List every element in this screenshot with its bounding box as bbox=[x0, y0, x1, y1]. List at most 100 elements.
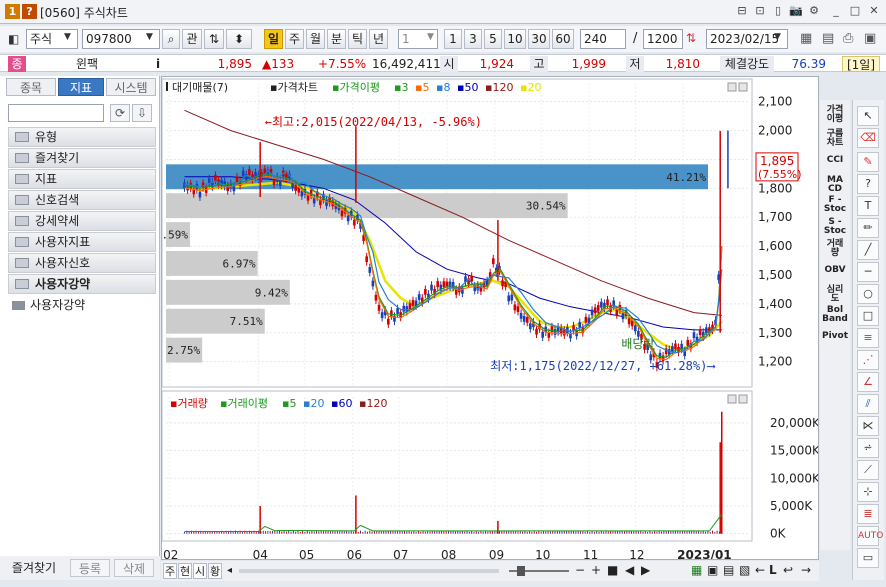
arrow-left-icon[interactable]: ← bbox=[755, 563, 765, 577]
fan-lines-icon[interactable]: ⋉ bbox=[857, 416, 879, 436]
folder-user-signals[interactable]: 사용자신호 bbox=[8, 253, 156, 273]
status-button-main[interactable]: 주 bbox=[163, 563, 177, 579]
shortcut-psychology[interactable]: 심리 도 bbox=[820, 286, 850, 304]
folder-indicators[interactable]: 지표 bbox=[8, 169, 156, 189]
tab-indicators[interactable]: 지표 bbox=[58, 78, 104, 96]
window-number-badge[interactable]: 1 bbox=[5, 4, 20, 19]
interval-1[interactable]: 1 bbox=[444, 29, 462, 49]
sync-icon[interactable]: ⇅ bbox=[204, 29, 224, 49]
layout-icon[interactable]: ⊡ bbox=[753, 4, 767, 18]
shortcut-volume[interactable]: 거래 량 bbox=[820, 240, 850, 258]
zoom-slider[interactable] bbox=[509, 566, 569, 576]
window-icon[interactable]: ▭ bbox=[857, 548, 879, 568]
save-icon[interactable]: ▣ bbox=[707, 563, 718, 577]
help-badge[interactable]: ? bbox=[22, 4, 37, 19]
angle-icon[interactable]: ∠ bbox=[857, 372, 879, 392]
tab-stocks[interactable]: 종목 bbox=[6, 78, 56, 96]
circle-icon[interactable]: ○ bbox=[857, 284, 879, 304]
gann-fan-icon[interactable]: ⋰ bbox=[857, 350, 879, 370]
period-badge[interactable]: [1일] bbox=[842, 56, 880, 72]
chevron-down-icon[interactable]: ▼ bbox=[774, 32, 781, 42]
options-icon[interactable]: ▣ bbox=[864, 31, 876, 46]
levels-icon[interactable]: ≣ bbox=[857, 504, 879, 524]
shortcut-macd[interactable]: MA CD bbox=[820, 176, 850, 194]
folder-strength-weakness[interactable]: 강세약세 bbox=[8, 211, 156, 231]
total-count-input[interactable]: 1200 bbox=[643, 29, 683, 49]
horizontal-line-icon[interactable]: ─ bbox=[857, 262, 879, 282]
interval-60[interactable]: 60 bbox=[552, 29, 574, 49]
chevron-down-icon[interactable]: ▼ bbox=[64, 32, 71, 42]
folder-signal-search[interactable]: 신호검색 bbox=[8, 190, 156, 210]
interval-5[interactable]: 5 bbox=[484, 29, 502, 49]
folder-type[interactable]: 유형 bbox=[8, 127, 156, 147]
pencil-icon[interactable]: ✏ bbox=[857, 218, 879, 238]
rectangle-icon[interactable]: □ bbox=[857, 306, 879, 326]
auto-trend-icon[interactable]: AUTO bbox=[857, 526, 883, 546]
print-icon[interactable]: ⎙ bbox=[843, 31, 853, 46]
indicator-search-input[interactable] bbox=[8, 104, 104, 122]
maximize-button[interactable]: □ bbox=[848, 4, 862, 18]
grid-icon[interactable]: ▤ bbox=[822, 31, 834, 46]
refresh-icon[interactable]: ⟳ bbox=[110, 104, 130, 122]
interval-30[interactable]: 30 bbox=[528, 29, 550, 49]
chevron-down-icon[interactable]: ▼ bbox=[427, 32, 434, 42]
shortcut-slow-stoch[interactable]: S - Stoc bbox=[820, 218, 850, 236]
channel-icon[interactable]: ⫽ bbox=[857, 394, 879, 414]
settings-icon[interactable]: ⚙ bbox=[807, 4, 821, 18]
period-year[interactable]: 년 bbox=[369, 29, 388, 49]
play-icon[interactable]: ▶ bbox=[641, 563, 650, 577]
interval-3[interactable]: 3 bbox=[464, 29, 482, 49]
zoom-in-icon[interactable]: + bbox=[591, 563, 601, 577]
screen-lock-icon[interactable]: ⊟ bbox=[735, 4, 749, 18]
period-week[interactable]: 주 bbox=[285, 29, 304, 49]
folder-user-strength[interactable]: 사용자강약 bbox=[8, 274, 156, 294]
delete-button[interactable]: 삭제 bbox=[114, 559, 154, 577]
zoom-out-icon[interactable]: − bbox=[575, 563, 585, 577]
status-button-market[interactable]: 시 bbox=[193, 563, 207, 579]
cursor-icon[interactable]: ↖ bbox=[857, 106, 879, 126]
chart-save-icon[interactable]: ▦ bbox=[800, 31, 812, 46]
register-button[interactable]: 등록 bbox=[70, 559, 110, 577]
horizontal-scrollbar[interactable] bbox=[239, 569, 499, 573]
apply-count-icon[interactable]: ⇅ bbox=[686, 31, 696, 45]
chevron-down-icon[interactable]: ▼ bbox=[146, 32, 153, 42]
period-tick[interactable]: 틱 bbox=[348, 29, 367, 49]
sub-item-user-strength[interactable]: 사용자강약 bbox=[10, 296, 85, 314]
minimize-button[interactable]: _ bbox=[829, 4, 843, 18]
period-minute[interactable]: 분 bbox=[327, 29, 346, 49]
watch-button[interactable]: 관 bbox=[182, 29, 202, 49]
search-icon[interactable]: ⌕ bbox=[162, 29, 180, 49]
zigzag-icon[interactable]: ⟋ bbox=[857, 460, 879, 480]
shortcut-bollinger[interactable]: Bol Band bbox=[820, 306, 850, 324]
folder-favorites[interactable]: 즐겨찾기 bbox=[8, 148, 156, 168]
period-day[interactable]: 일 bbox=[264, 29, 283, 49]
shortcut-price-chart[interactable]: 구름 차트 bbox=[820, 130, 850, 148]
chart-svg[interactable]: 2,1002,0001,9001,8001,7001,6001,5001,400… bbox=[162, 77, 818, 559]
status-button-status[interactable]: 황 bbox=[208, 563, 222, 579]
cross-icon[interactable]: ⊹ bbox=[857, 482, 879, 502]
export-icon[interactable]: ▧ bbox=[739, 563, 750, 577]
lock-scale-button[interactable]: L bbox=[769, 563, 777, 577]
shortcut-fast-stoch[interactable]: F - Stoc bbox=[820, 196, 850, 214]
bar-count-input[interactable]: 240 bbox=[580, 29, 626, 49]
shortcut-pivot[interactable]: Pivot bbox=[820, 332, 850, 341]
favorites-tab[interactable]: 즐겨찾기 bbox=[4, 559, 64, 577]
status-button-current[interactable]: 현 bbox=[178, 563, 192, 579]
help-icon[interactable]: ? bbox=[857, 174, 879, 194]
line-icon[interactable]: ╱ bbox=[857, 240, 879, 260]
text-icon[interactable]: T bbox=[857, 196, 879, 216]
interval-10[interactable]: 10 bbox=[504, 29, 526, 49]
play-back-icon[interactable]: ◀ bbox=[625, 563, 634, 577]
close-button[interactable]: ✕ bbox=[867, 4, 881, 18]
undo-icon[interactable]: ↩ bbox=[783, 563, 793, 577]
shortcut-cci[interactable]: CCI bbox=[820, 156, 850, 165]
arrow-right-icon[interactable]: → bbox=[801, 563, 811, 577]
image-icon[interactable]: ▤ bbox=[723, 563, 734, 577]
spin-updown-icon[interactable]: ⬍ bbox=[226, 29, 252, 49]
camera-icon[interactable]: 📷 bbox=[789, 4, 803, 18]
download-icon[interactable]: ⇩ bbox=[132, 104, 152, 122]
parallel-lines-icon[interactable]: ⩫ bbox=[857, 438, 879, 458]
scroll-left-icon[interactable]: ◂ bbox=[227, 565, 232, 576]
excel-icon[interactable]: ▦ bbox=[691, 563, 702, 577]
stop-icon[interactable]: ■ bbox=[607, 563, 618, 577]
